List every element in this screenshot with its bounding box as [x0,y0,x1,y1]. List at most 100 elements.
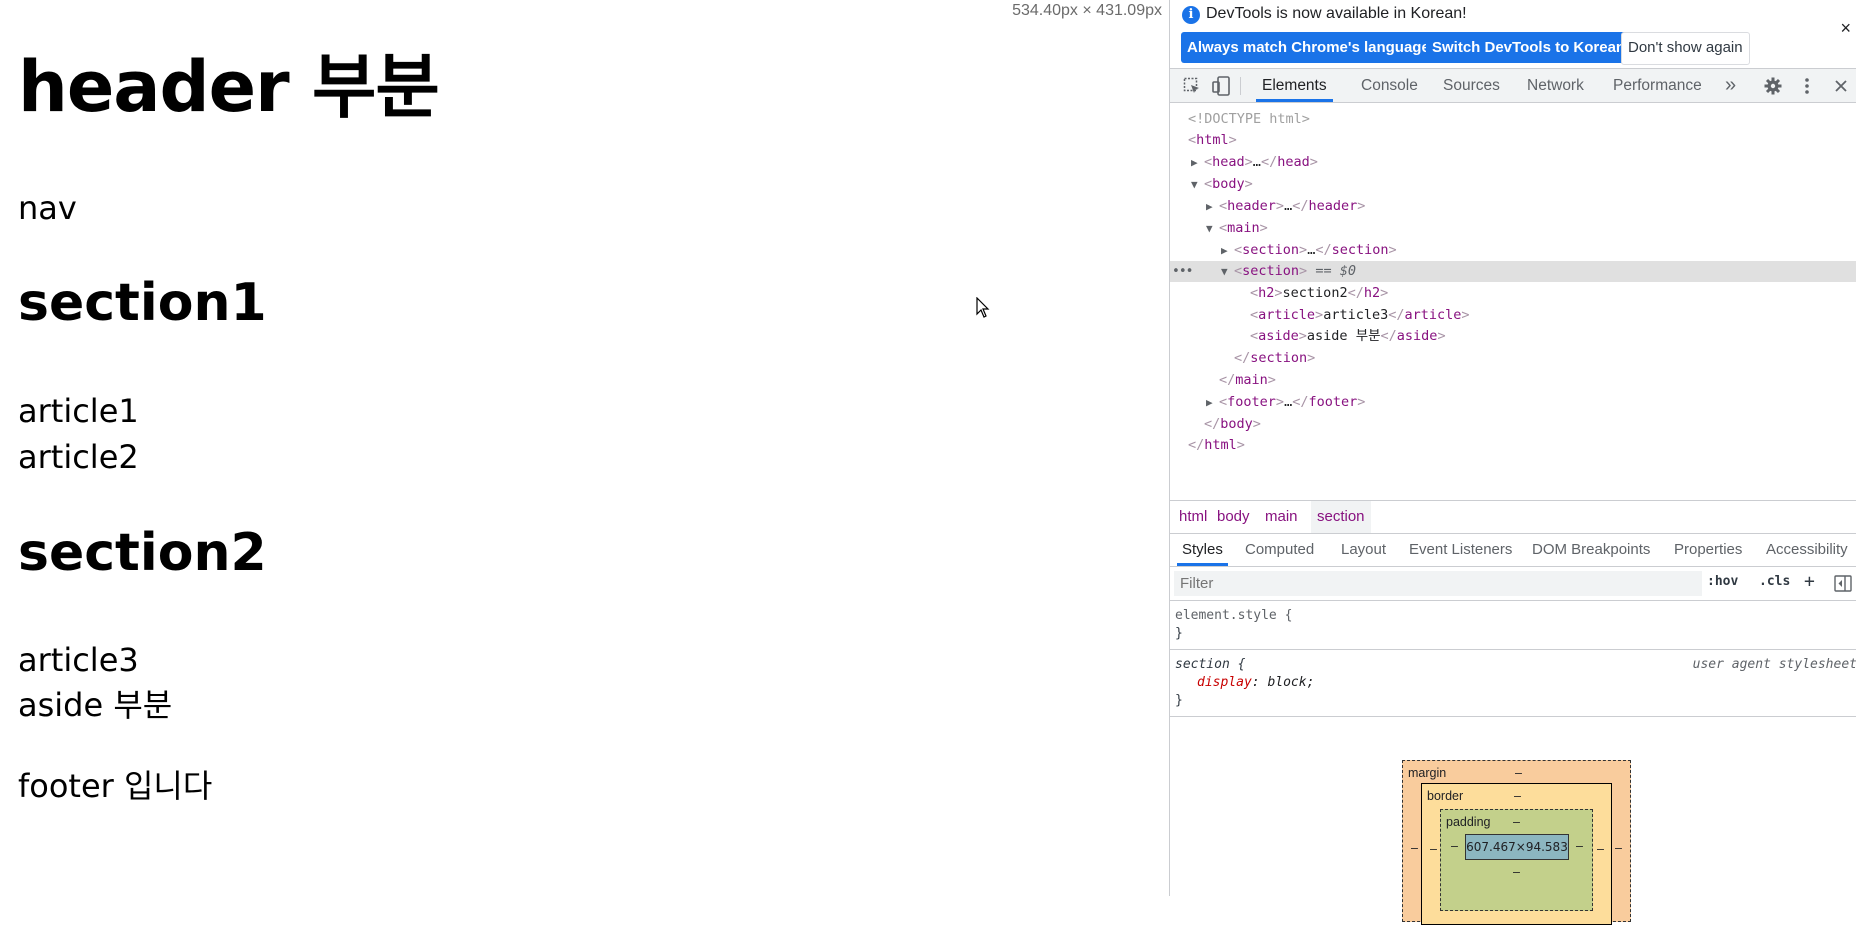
dom-node-section2-selected[interactable]: ••• ▼ <section> == $0 [1170,261,1856,282]
tab-sources[interactable]: Sources [1443,69,1500,102]
collapse-arrow-icon[interactable]: ▼ [1221,261,1234,282]
breadcrumb-body[interactable]: body [1211,501,1256,533]
device-toolbar-icon[interactable] [1212,76,1230,96]
margin-right-value: – [1615,841,1622,855]
styles-filter-input[interactable] [1174,571,1702,596]
margin-label: margin [1408,766,1447,780]
padding-bottom-value: – [1513,865,1520,879]
article2-text: article2 [18,438,139,476]
border-label: border [1427,789,1464,803]
class-toggle[interactable]: .cls [1759,574,1790,589]
subtab-computed[interactable]: Computed [1245,534,1314,566]
toggle-sidebar-icon[interactable] [1834,575,1852,592]
expand-arrow-icon[interactable]: ▶ [1206,392,1219,413]
page-nav: nav [18,189,77,227]
box-model-margin[interactable]: margin – – – border – – – padding – – – … [1402,760,1631,925]
rule-close-brace: } [1175,626,1183,641]
section1-title: section1 [18,273,267,333]
h2-text: section2 [1282,285,1348,301]
dom-close-main[interactable]: </main> [1170,370,1856,391]
aside-text: aside 부분 [18,686,173,724]
page-viewport: 534.40px × 431.09px header 부분 nav sectio… [0,0,1169,896]
dom-node-article[interactable]: <article>article3</article> [1170,305,1856,326]
tab-console[interactable]: Console [1361,69,1418,102]
node-actions-icon[interactable]: ••• [1172,261,1194,282]
dom-node-main[interactable]: ▼ <main> [1170,218,1856,239]
subtab-event-listeners[interactable]: Event Listeners [1409,534,1512,566]
margin-left-value: – [1411,841,1418,855]
always-match-language-button[interactable]: Always match Chrome's language [1181,32,1436,63]
settings-gear-icon[interactable] [1764,77,1782,95]
dom-node-head[interactable]: ▶ <head>…</head> [1170,152,1856,173]
mouse-cursor-icon [976,297,990,318]
dom-close-html[interactable]: </html> [1170,435,1856,456]
section2-title: section2 [18,523,267,583]
info-icon: i [1182,6,1200,24]
new-style-rule-icon[interactable]: + [1804,571,1815,592]
dom-close-section[interactable]: </section> [1170,348,1856,369]
padding-right-value: – [1576,839,1583,853]
section-ua-rule[interactable]: section { user agent stylesheet display:… [1170,650,1856,717]
dom-node-h2[interactable]: <h2>section2</h2> [1170,283,1856,304]
subtab-accessibility[interactable]: Accessibility [1766,534,1848,566]
close-devtools-icon[interactable] [1834,79,1848,93]
more-tabs-icon[interactable]: » [1725,69,1736,102]
dom-doctype[interactable]: <!DOCTYPE html> [1170,109,1856,130]
dom-close-body[interactable]: </body> [1170,414,1856,435]
border-left-value: – [1430,842,1437,856]
collapse-arrow-icon[interactable]: ▼ [1206,218,1219,239]
css-property-value: block; [1267,675,1315,690]
styles-pane: element.style { } section { user agent s… [1170,601,1856,717]
breadcrumb: html body main section [1170,501,1856,534]
breadcrumb-html[interactable]: html [1173,501,1213,533]
box-model-content-size[interactable]: 607.467×94.583 [1465,834,1569,860]
dom-node-header[interactable]: ▶ <header>…</header> [1170,196,1856,217]
dom-node-aside[interactable]: <aside>aside 부분</aside> [1170,326,1856,347]
subtab-dom-breakpoints[interactable]: DOM Breakpoints [1532,534,1650,566]
devtools-toolbar: Elements Console Sources Network Perform… [1170,69,1856,103]
element-style-rule[interactable]: element.style { } [1170,601,1856,650]
subtab-properties[interactable]: Properties [1674,534,1742,566]
rule-close-brace: } [1175,693,1183,708]
hover-state-toggle[interactable]: :hov [1707,574,1738,589]
border-top-value: – [1514,789,1521,803]
padding-left-value: – [1451,839,1458,853]
dom-node-html[interactable]: <html> [1170,130,1856,151]
user-agent-source: user agent stylesheet [1692,657,1856,672]
collapse-arrow-icon[interactable]: ▼ [1191,174,1204,195]
dom-node-section1[interactable]: ▶ <section>…</section> [1170,240,1856,261]
aside-text-node: aside 부분 [1306,328,1381,344]
footer-text: footer 입니다 [18,767,213,805]
border-right-value: – [1597,842,1604,856]
expand-arrow-icon[interactable]: ▶ [1191,152,1204,173]
dom-node-body[interactable]: ▼ <body> [1170,174,1856,195]
page-header: header 부분 [18,46,440,128]
section-selector: section { [1175,657,1246,672]
dont-show-again-button[interactable]: Don't show again [1621,32,1750,65]
breadcrumb-main[interactable]: main [1259,501,1304,533]
breadcrumb-section[interactable]: section [1311,501,1371,533]
element-style-selector: element.style { [1175,608,1293,623]
infobar-message: DevTools is now available in Korean! [1206,5,1467,22]
box-model-border[interactable]: border – – – padding – – – – 607.467×94.… [1421,783,1612,925]
kebab-menu-icon[interactable] [1804,77,1810,95]
infobar-close-icon[interactable]: × [1840,18,1851,39]
expand-arrow-icon[interactable]: ▶ [1221,240,1234,261]
expand-arrow-icon[interactable]: ▶ [1206,196,1219,217]
margin-top-value: – [1515,766,1522,780]
tab-performance[interactable]: Performance [1613,69,1702,102]
subtab-layout[interactable]: Layout [1341,534,1386,566]
tab-elements[interactable]: Elements [1256,69,1333,102]
dom-node-footer[interactable]: ▶ <footer>…</footer> [1170,392,1856,413]
article-text: article3 [1323,307,1389,323]
subtab-styles[interactable]: Styles [1177,534,1228,566]
viewport-size-readout: 534.40px × 431.09px [1012,2,1162,19]
selected-node-marker: == $0 [1315,263,1356,279]
article3-text: article3 [18,641,139,679]
padding-top-value: – [1513,815,1520,829]
dom-tree: <!DOCTYPE html> <html> ▶ <head>…</head> ▼… [1170,103,1856,501]
inspect-element-icon[interactable] [1183,77,1201,95]
tab-network[interactable]: Network [1527,69,1584,102]
switch-to-korean-button[interactable]: Switch DevTools to Korean [1426,32,1632,63]
styles-filter-bar: :hov .cls + [1170,567,1856,601]
